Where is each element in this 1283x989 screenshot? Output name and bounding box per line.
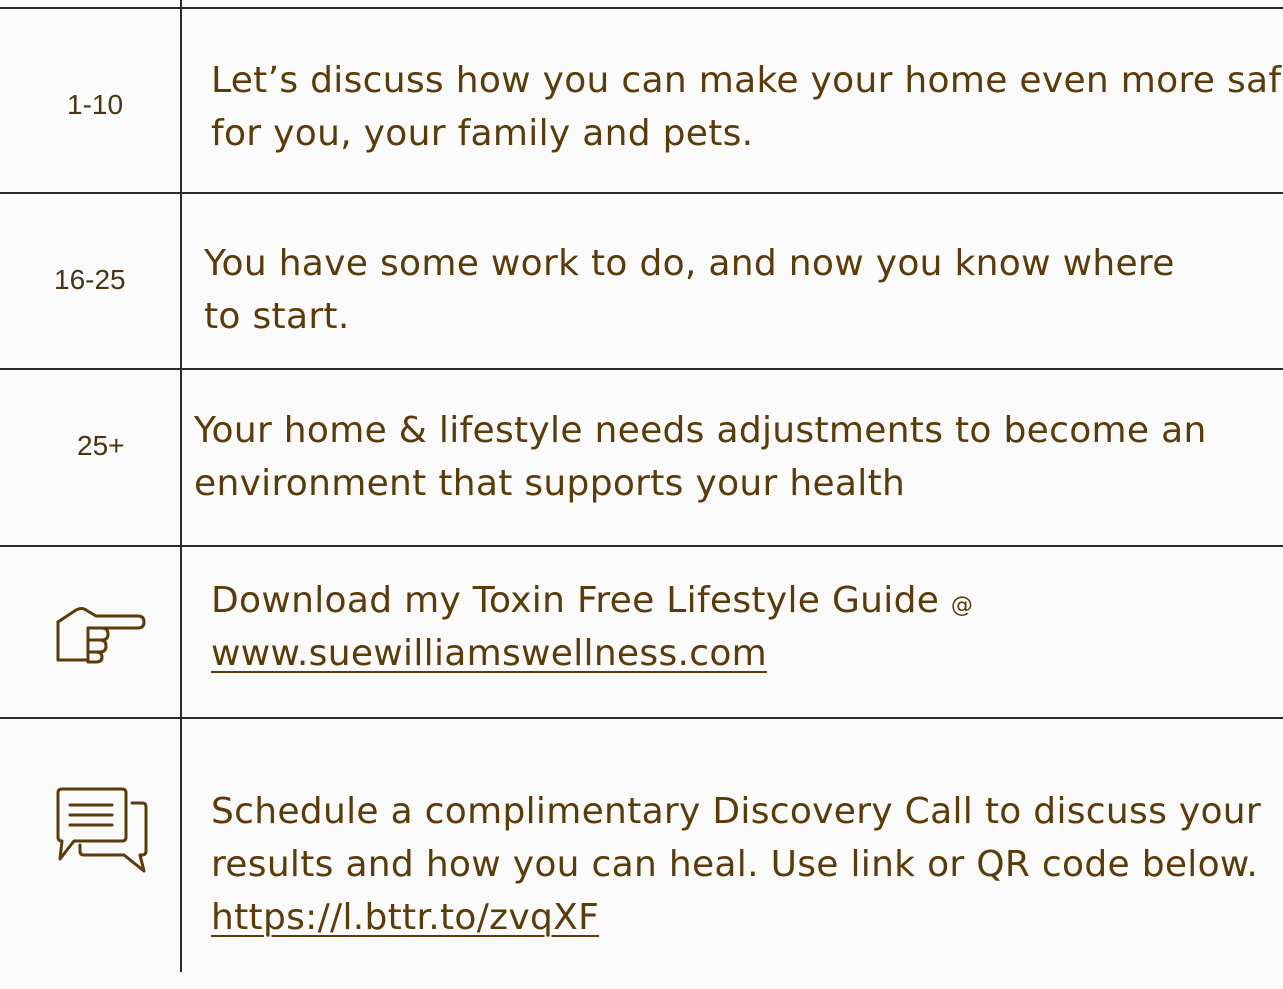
score-range: 1-10 xyxy=(67,89,124,120)
score-row-25-plus: 25+ Your home & lifestyle needs adjustme… xyxy=(0,370,1283,547)
result-description-line-1: Let’s discuss how you can make your home… xyxy=(211,60,1283,101)
result-description-line-1: Your home & lifestyle needs adjustments … xyxy=(194,410,1207,451)
result-description-line-2: to start. xyxy=(204,296,350,337)
pointing-hand-icon xyxy=(56,607,146,664)
booking-link[interactable]: https://l.bttr.to/zvqXF xyxy=(211,897,599,938)
call-description-line-2: results and how you can heal. Use link o… xyxy=(211,844,1259,885)
score-row-16-25: 16-25 You have some work to do, and now … xyxy=(0,194,1283,370)
guide-website-link[interactable]: www.suewilliamswellness.com xyxy=(211,633,767,674)
guide-link-line: www.suewilliamswellness.com xyxy=(211,627,767,680)
column-divider xyxy=(180,0,182,972)
guide-row: Download my Toxin Free Lifestyle Guide @… xyxy=(0,547,1283,719)
call-link-line: https://l.bttr.to/zvqXF xyxy=(211,891,599,944)
call-row: Schedule a complimentary Discovery Call … xyxy=(0,719,1283,989)
result-description-line-2: for you, your family and pets. xyxy=(211,113,754,154)
chat-bubbles-icon xyxy=(56,787,148,873)
at-symbol: @ xyxy=(950,593,974,618)
score-row-1-10: 1-10 Let’s discuss how you can make your… xyxy=(0,9,1283,194)
guide-text: Download my Toxin Free Lifestyle Guide @ xyxy=(211,574,973,632)
result-description-line-2: environment that supports your health xyxy=(194,463,906,504)
guide-label: Download my Toxin Free Lifestyle Guide xyxy=(211,580,940,621)
score-range: 16-25 xyxy=(54,264,126,295)
score-range: 25+ xyxy=(77,430,125,461)
result-description-line-1: You have some work to do, and now you kn… xyxy=(204,243,1175,284)
score-table: 1-10 Let’s discuss how you can make your… xyxy=(0,7,1283,987)
call-description-line-1: Schedule a complimentary Discovery Call … xyxy=(211,791,1262,832)
